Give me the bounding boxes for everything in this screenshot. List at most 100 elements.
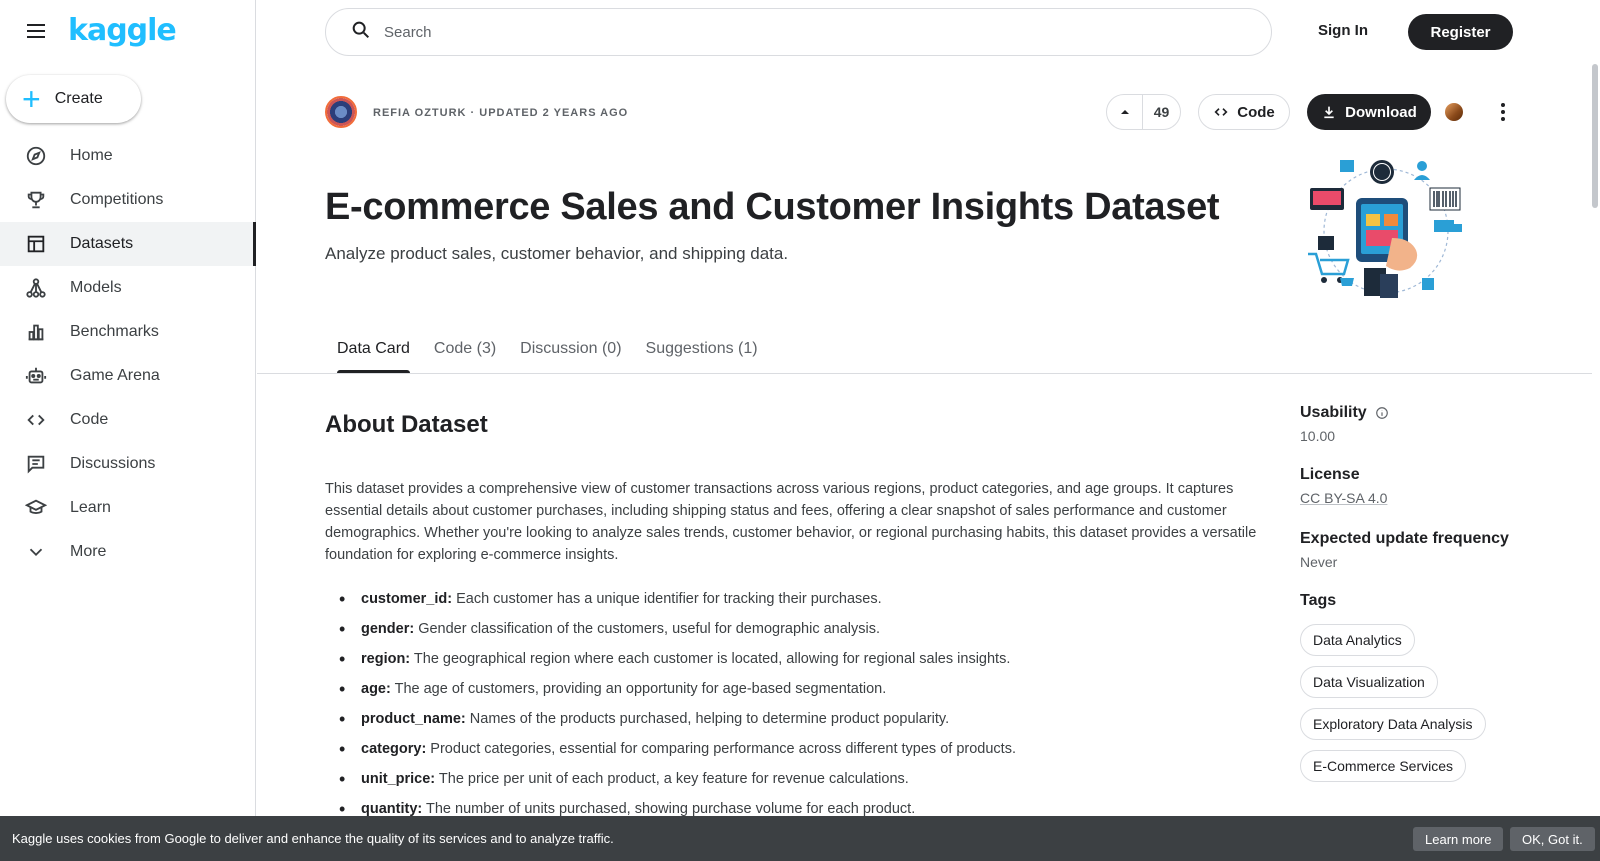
sign-in-button[interactable]: Sign In bbox=[1318, 22, 1368, 39]
field-list: customer_id: Each customer has a unique … bbox=[325, 589, 1275, 829]
search-input[interactable] bbox=[384, 23, 1244, 41]
sidebar-item-label: Learn bbox=[70, 499, 111, 516]
field-description: The geographical region where each custo… bbox=[410, 651, 1011, 667]
tag-chip[interactable]: E-Commerce Services bbox=[1300, 750, 1467, 782]
sidebar-item-label: Models bbox=[70, 279, 122, 296]
field-description: Gender classification of the customers, … bbox=[414, 621, 881, 637]
sidebar-item-models[interactable]: Models bbox=[0, 266, 256, 310]
tag-chip[interactable]: Data Visualization bbox=[1300, 666, 1438, 698]
sidebar-item-learn[interactable]: Learn bbox=[0, 486, 256, 530]
sidebar-item-label: More bbox=[70, 543, 107, 560]
field-name: customer_id: bbox=[361, 591, 453, 607]
menu-icon[interactable] bbox=[24, 19, 48, 43]
create-label: Create bbox=[54, 90, 103, 107]
caret-up-icon bbox=[1120, 110, 1129, 114]
field-name: gender: bbox=[361, 621, 415, 637]
kaggle-logo[interactable]: kaggle bbox=[68, 16, 177, 46]
field-name: category: bbox=[361, 741, 427, 757]
vote-count: 49 bbox=[1153, 104, 1170, 120]
field-name: unit_price: bbox=[361, 771, 436, 787]
field-name: product_name: bbox=[361, 711, 466, 727]
usability-label: Usability bbox=[1300, 404, 1367, 421]
dataset-cover-image bbox=[1308, 160, 1462, 298]
field-name: age: bbox=[361, 681, 391, 697]
field-name: quantity: bbox=[361, 801, 423, 817]
field-name: region: bbox=[361, 651, 411, 667]
update-frequency-heading: Expected update frequency bbox=[1300, 530, 1509, 547]
code-button[interactable]: Code bbox=[1198, 94, 1290, 130]
create-button[interactable]: + Create bbox=[6, 75, 141, 123]
robot-icon bbox=[24, 364, 48, 388]
about-heading: About Dataset bbox=[325, 411, 488, 438]
sidebar-item-label: Competitions bbox=[70, 191, 164, 208]
tab-discussion[interactable]: Discussion (0) bbox=[508, 325, 633, 373]
download-icon bbox=[1324, 106, 1334, 119]
field-description: The age of customers, providing an oppor… bbox=[390, 681, 887, 697]
tag-chip[interactable]: Exploratory Data Analysis bbox=[1300, 708, 1486, 740]
register-button[interactable]: Register bbox=[1408, 14, 1513, 50]
sidebar-item-game-arena[interactable]: Game Arena bbox=[0, 354, 256, 398]
tags-block: Tags Data Analytics Data Visualization E… bbox=[1300, 592, 1540, 782]
list-item: product_name: Names of the products purc… bbox=[325, 709, 1275, 729]
sidebar: kaggle + Create Home Competitions Datase… bbox=[0, 0, 256, 861]
usability-value: 10.00 bbox=[1300, 428, 1336, 444]
cookie-banner: Kaggle uses cookies from Google to deliv… bbox=[0, 816, 1600, 861]
upvote-button[interactable] bbox=[1107, 94, 1143, 130]
dataset-tabs: Data Card Code (3) Discussion (0) Sugges… bbox=[325, 325, 770, 373]
tag-list: Data Analytics Data Visualization Explor… bbox=[1300, 624, 1540, 782]
field-description: Product categories, essential for compar… bbox=[426, 741, 1016, 757]
sidebar-item-label: Datasets bbox=[70, 235, 134, 252]
page-scrollbar[interactable] bbox=[1592, 64, 1598, 208]
models-icon bbox=[24, 276, 48, 300]
chevron-down-icon bbox=[24, 540, 48, 564]
vote-widget: 49 bbox=[1106, 94, 1181, 130]
learn-more-button[interactable]: Learn more bbox=[1413, 827, 1504, 851]
field-description: The number of units purchased, showing p… bbox=[422, 801, 916, 817]
download-button[interactable]: Download bbox=[1307, 94, 1431, 130]
page-title: E-commerce Sales and Customer Insights D… bbox=[325, 186, 1220, 228]
sidebar-item-datasets[interactable]: Datasets bbox=[0, 222, 256, 266]
sidebar-nav: Home Competitions Datasets Models Benchm… bbox=[0, 134, 256, 574]
sidebar-item-home[interactable]: Home bbox=[0, 134, 256, 178]
list-item: region: The geographical region where ea… bbox=[325, 649, 1275, 669]
plus-icon: + bbox=[22, 81, 41, 117]
sidebar-item-more[interactable]: More bbox=[0, 530, 256, 574]
sidebar-item-discussions[interactable]: Discussions bbox=[0, 442, 256, 486]
tab-data-card[interactable]: Data Card bbox=[325, 325, 422, 373]
update-frequency-value: Never bbox=[1300, 554, 1338, 570]
tags-heading: Tags bbox=[1300, 592, 1337, 609]
discussion-icon bbox=[24, 452, 48, 476]
search-bar[interactable] bbox=[325, 8, 1272, 56]
tab-code[interactable]: Code (3) bbox=[422, 325, 508, 373]
info-icon[interactable] bbox=[1375, 406, 1389, 420]
code-button-label: Code bbox=[1237, 103, 1275, 121]
compass-icon bbox=[24, 144, 48, 168]
sidebar-item-label: Home bbox=[70, 147, 113, 164]
brand: kaggle bbox=[24, 16, 177, 46]
list-item: category: Product categories, essential … bbox=[325, 739, 1275, 759]
usability-block: Usability 10.00 bbox=[1300, 404, 1540, 444]
update-frequency-block: Expected update frequency Never bbox=[1300, 530, 1540, 570]
download-button-label: Download bbox=[1345, 103, 1417, 121]
page-subtitle: Analyze product sales, customer behavior… bbox=[325, 244, 789, 263]
sidebar-item-competitions[interactable]: Competitions bbox=[0, 178, 256, 222]
sidebar-item-benchmarks[interactable]: Benchmarks bbox=[0, 310, 256, 354]
user-badge-icon[interactable] bbox=[1445, 103, 1463, 121]
sidebar-item-label: Game Arena bbox=[70, 367, 160, 384]
accept-cookies-button[interactable]: OK, Got it. bbox=[1510, 827, 1595, 851]
dataset-metadata: Usability 10.00 License CC BY-SA 4.0 Exp… bbox=[1300, 404, 1540, 804]
more-options-icon[interactable] bbox=[1491, 100, 1515, 124]
sidebar-item-label: Discussions bbox=[70, 455, 156, 472]
tabs-divider bbox=[257, 373, 1592, 374]
author-avatar[interactable] bbox=[325, 96, 357, 128]
sidebar-item-code[interactable]: Code bbox=[0, 398, 256, 442]
tag-chip[interactable]: Data Analytics bbox=[1300, 624, 1415, 656]
field-description: Names of the products purchased, helping… bbox=[465, 711, 950, 727]
list-item: unit_price: The price per unit of each p… bbox=[325, 769, 1275, 789]
search-icon bbox=[350, 19, 372, 46]
tab-suggestions[interactable]: Suggestions (1) bbox=[634, 325, 770, 373]
code-icon bbox=[1214, 108, 1228, 116]
license-link[interactable]: CC BY-SA 4.0 bbox=[1300, 490, 1387, 506]
license-heading: License bbox=[1300, 466, 1360, 483]
code-icon bbox=[24, 408, 48, 432]
